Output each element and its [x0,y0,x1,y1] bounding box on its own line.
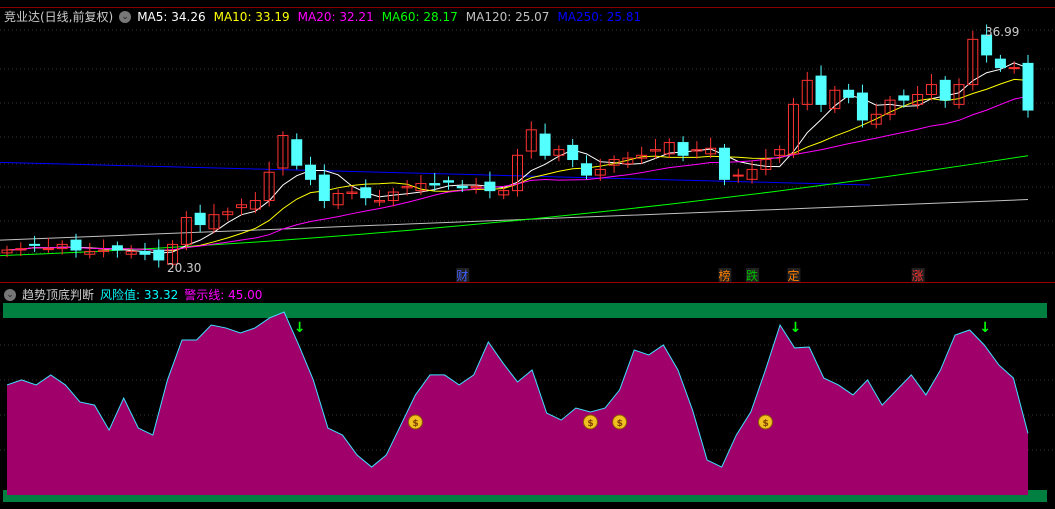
candle-body [153,249,165,261]
candle-body [718,147,730,180]
down-arrow-icon: ↓ [790,320,802,336]
candle-body [111,245,123,251]
candle-body [994,58,1006,69]
candle-body [732,174,744,177]
warn-line: 警示线: 45.00 [184,288,263,302]
event-marker: 定 [787,268,799,283]
candle-body [318,174,330,202]
money-bag-symbol: $ [412,419,418,429]
candle-body [443,180,455,183]
candle-body [898,95,910,101]
price-chart[interactable]: 36.99 20.30 财 榜 跌 定 涨 ↓ ↓ ↓ $ $ $ $ [0,0,1055,509]
candle-body [139,250,151,255]
upper-band [3,303,1047,318]
candle-body [42,248,54,251]
chevron-down-icon[interactable]: ⌄ [4,288,16,301]
indicator-header: ⌄ 趋势顶底判断 风险值: 33.32 警示线: 45.00 [4,286,262,303]
money-bag-symbol: $ [762,419,768,429]
event-marker: 财 [456,269,468,283]
candle-body [843,89,855,98]
candle-body [291,139,303,166]
candle-body [484,181,496,192]
candle-body [856,92,868,121]
indicator-name: 趋势顶底判断 [22,288,95,302]
candle-body [815,75,827,105]
panel-divider [0,282,1055,283]
event-marker: 跌 [746,268,758,283]
candle-body [429,183,441,186]
candle-body [305,164,317,180]
candle-body [580,163,592,176]
risk-value: 风险值: 33.32 [100,288,179,302]
candle-body [70,239,82,251]
candle-body [567,144,579,161]
candle-body [677,142,689,156]
low-price-label: 20.30 [167,261,201,275]
money-bag-symbol: $ [617,419,623,429]
candle-body [1022,62,1034,111]
high-price-label: 36.99 [985,25,1019,39]
ma120-line [0,199,1029,241]
candle-body [1008,67,1020,70]
candle-body [360,187,372,199]
candle-body [539,133,551,156]
down-arrow-icon: ↓ [979,320,991,336]
money-bag-symbol: $ [587,419,593,429]
event-marker: 涨 [912,268,924,283]
down-arrow-icon: ↓ [294,320,306,336]
candle-body [194,212,206,226]
candle-body [456,185,468,189]
risk-area [7,312,1028,495]
event-marker: 榜 [718,268,730,283]
candle-body [29,243,41,246]
candle-body [939,79,951,101]
